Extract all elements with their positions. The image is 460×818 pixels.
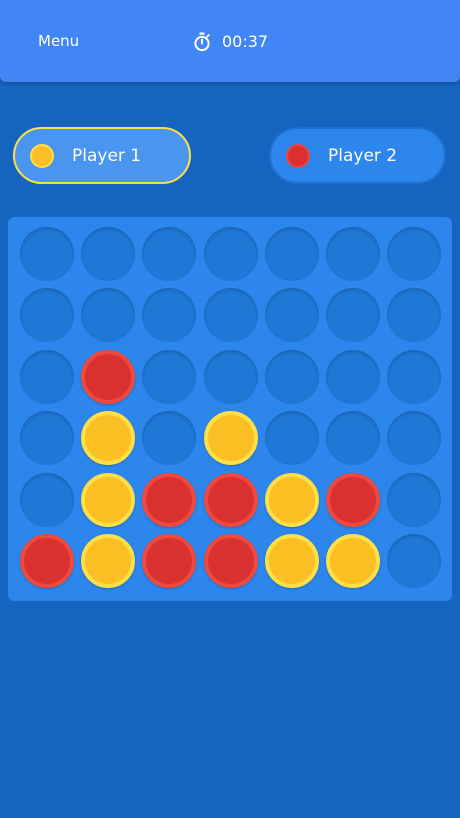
board-slot[interactable] xyxy=(142,411,197,466)
board-slot[interactable] xyxy=(20,227,74,281)
player-1-name: Player 1 xyxy=(72,145,142,166)
yellow-chip[interactable] xyxy=(264,534,319,588)
board-slot[interactable] xyxy=(81,288,136,343)
board-slot[interactable] xyxy=(20,288,74,343)
red-chip[interactable] xyxy=(142,534,197,588)
board-slot[interactable] xyxy=(203,227,258,281)
top-bar: Menu 00:37 xyxy=(0,0,460,82)
stopwatch-icon xyxy=(193,32,211,52)
player-1-card: Player 1 xyxy=(13,127,191,184)
yellow-chip[interactable] xyxy=(326,534,380,588)
red-chip-icon xyxy=(286,143,310,168)
red-chip[interactable] xyxy=(203,472,258,527)
board-slot[interactable] xyxy=(387,227,442,281)
player-2-card: Player 2 xyxy=(269,127,446,184)
yellow-chip[interactable] xyxy=(264,472,319,527)
red-chip[interactable] xyxy=(326,472,380,527)
red-chip[interactable] xyxy=(203,534,258,588)
game-board xyxy=(8,217,452,601)
board-slot[interactable] xyxy=(387,534,442,588)
yellow-chip[interactable] xyxy=(81,534,136,588)
board-slot[interactable] xyxy=(264,411,319,466)
board-slot[interactable] xyxy=(326,349,380,404)
yellow-chip[interactable] xyxy=(81,472,136,527)
board-slot[interactable] xyxy=(203,349,258,404)
timer-value: 00:37 xyxy=(222,32,269,51)
board-slot[interactable] xyxy=(142,227,197,281)
board-slot[interactable] xyxy=(326,227,380,281)
board-slot[interactable] xyxy=(81,227,136,281)
board-slot[interactable] xyxy=(20,411,74,466)
board-slot[interactable] xyxy=(326,411,380,466)
board-slot[interactable] xyxy=(142,288,197,343)
red-chip[interactable] xyxy=(20,534,74,588)
board-slot[interactable] xyxy=(387,411,442,466)
board-slot[interactable] xyxy=(264,227,319,281)
board-slot[interactable] xyxy=(387,288,442,343)
yellow-chip[interactable] xyxy=(203,411,258,466)
board-slot[interactable] xyxy=(387,472,442,527)
yellow-chip-icon xyxy=(30,143,54,168)
player-2-name: Player 2 xyxy=(328,145,398,166)
board-slot[interactable] xyxy=(203,288,258,343)
board-slot[interactable] xyxy=(326,288,380,343)
timer: 00:37 xyxy=(193,30,268,54)
board-slot[interactable] xyxy=(20,472,74,527)
yellow-chip[interactable] xyxy=(81,411,136,466)
board-slot[interactable] xyxy=(142,349,197,404)
red-chip[interactable] xyxy=(142,472,197,527)
red-chip[interactable] xyxy=(81,349,136,404)
board-slot[interactable] xyxy=(387,349,442,404)
menu-button[interactable]: Menu xyxy=(38,31,79,51)
board-slot[interactable] xyxy=(264,288,319,343)
board-slot[interactable] xyxy=(20,349,74,404)
board-slot[interactable] xyxy=(264,349,319,404)
